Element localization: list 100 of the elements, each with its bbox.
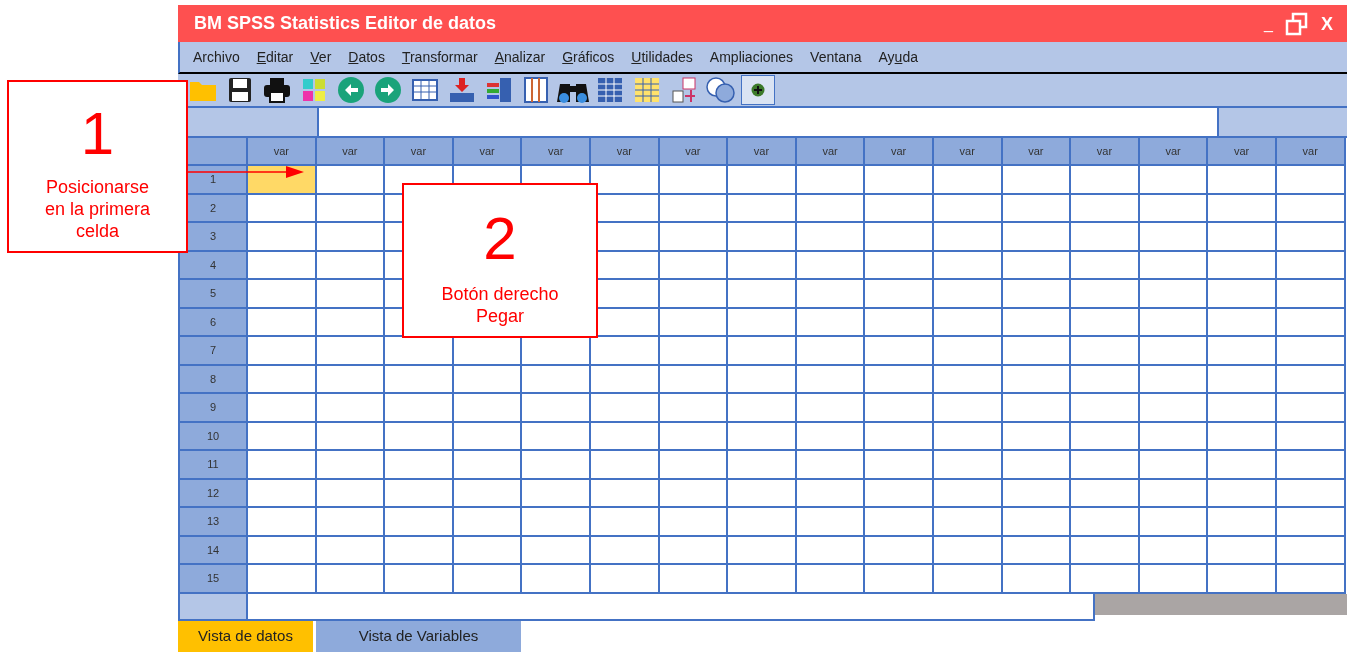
column-header[interactable]: var [590,138,660,166]
grid-cell[interactable] [522,337,591,366]
grid-cell[interactable] [1002,422,1072,451]
grid-cell[interactable] [1002,394,1072,423]
grid-cell[interactable] [1071,536,1140,565]
grid-cell[interactable] [1002,194,1072,223]
grid-cell[interactable] [453,394,523,423]
grid-cell[interactable] [590,451,660,480]
grid-cell[interactable] [522,394,591,423]
grid-cell[interactable] [1208,251,1277,280]
grid-cell[interactable] [316,536,386,565]
grid-cell[interactable] [796,166,866,195]
grid-cell[interactable] [248,422,317,451]
grid-cell[interactable] [316,251,386,280]
menu-item[interactable]: Gráficos [562,46,615,68]
menu-item[interactable]: Analizar [494,46,546,68]
grid-cell[interactable] [659,308,729,337]
grid-cell[interactable] [385,337,454,366]
grid-cell[interactable] [1276,166,1346,195]
grid-cell[interactable] [316,308,386,337]
row-header[interactable]: 13 [180,508,248,537]
grid-cell[interactable] [1208,365,1277,394]
grid-cell[interactable] [865,394,934,423]
grid-cell[interactable] [1002,308,1072,337]
grid-cell[interactable] [728,280,797,309]
grid-cell[interactable] [248,536,317,565]
grid-cell[interactable] [728,394,797,423]
circles-icon[interactable] [704,75,738,105]
grid-cell[interactable] [659,565,729,594]
grid-cell[interactable] [1002,166,1072,195]
grid-cell[interactable] [1276,394,1346,423]
grid-cell[interactable] [1139,451,1209,480]
grid-cell[interactable] [1071,565,1140,594]
grid-cell[interactable] [659,251,729,280]
menu-item[interactable]: Ampliaciones [709,46,794,68]
grid-cell[interactable] [796,479,866,508]
grid-cell[interactable] [659,451,729,480]
grid-cell[interactable] [1071,508,1140,537]
grid-cell[interactable] [248,337,317,366]
grid-cell[interactable] [728,337,797,366]
grid-cell[interactable] [1139,251,1209,280]
grid-cell[interactable] [659,394,729,423]
grid-cell[interactable] [522,565,591,594]
grid-cell[interactable] [659,422,729,451]
grid-cell[interactable] [1208,308,1277,337]
grid-cell[interactable] [1071,337,1140,366]
row-header[interactable]: 11 [180,451,248,480]
row-header[interactable]: 8 [180,365,248,394]
grid-cell[interactable] [1139,508,1209,537]
grid-cell[interactable] [659,365,729,394]
grid-cell[interactable] [1276,536,1346,565]
grid-cell[interactable] [385,565,454,594]
grid-cell[interactable] [1002,565,1072,594]
grid-cell[interactable] [453,565,523,594]
column-header[interactable]: var [865,138,934,166]
add-button-icon[interactable] [741,75,775,105]
column-header[interactable]: var [1276,138,1346,166]
grid-cell[interactable] [659,166,729,195]
grid-cell[interactable] [865,422,934,451]
grid-cell[interactable] [590,565,660,594]
column-header[interactable]: var [1002,138,1072,166]
grid-cell[interactable] [248,251,317,280]
grid-cell[interactable] [1208,337,1277,366]
menu-item[interactable]: Ventana [810,46,862,68]
grid-cell[interactable] [659,337,729,366]
grid-cell[interactable] [796,337,866,366]
column-header[interactable]: var [316,138,386,166]
grid-cell[interactable] [728,536,797,565]
column-header[interactable]: var [796,138,866,166]
grid-cell[interactable] [728,308,797,337]
grid-cell[interactable] [522,536,591,565]
grid-cell[interactable] [1071,365,1140,394]
grid-cell[interactable] [796,365,866,394]
horizontal-scrollbar[interactable] [248,593,1095,621]
grid-cell[interactable] [1208,508,1277,537]
grid-cell[interactable] [865,308,934,337]
grid-cell[interactable] [728,194,797,223]
grid-cell[interactable] [248,508,317,537]
grid-cell[interactable] [453,365,523,394]
cell-value-field[interactable] [317,108,1217,138]
grid-cell[interactable] [522,422,591,451]
grid-cell[interactable] [933,565,1003,594]
row-header[interactable]: 12 [180,479,248,508]
grid-cell[interactable] [1071,451,1140,480]
menu-item[interactable]: Editar [256,46,294,68]
grid-cell[interactable] [933,479,1003,508]
grid-cell[interactable] [248,223,317,252]
grid-cell[interactable] [248,365,317,394]
grid-cell[interactable] [1071,223,1140,252]
grid-cell[interactable] [933,251,1003,280]
grid-cell[interactable] [1071,166,1140,195]
grid-cell[interactable] [728,422,797,451]
grid-cell[interactable] [1276,194,1346,223]
grid-cell[interactable] [659,536,729,565]
grid-cell[interactable] [590,508,660,537]
grid-cell[interactable] [385,365,454,394]
grid-cell[interactable] [453,479,523,508]
grid-cell[interactable] [385,451,454,480]
grid-cell[interactable] [865,337,934,366]
grid-cell[interactable] [1002,223,1072,252]
